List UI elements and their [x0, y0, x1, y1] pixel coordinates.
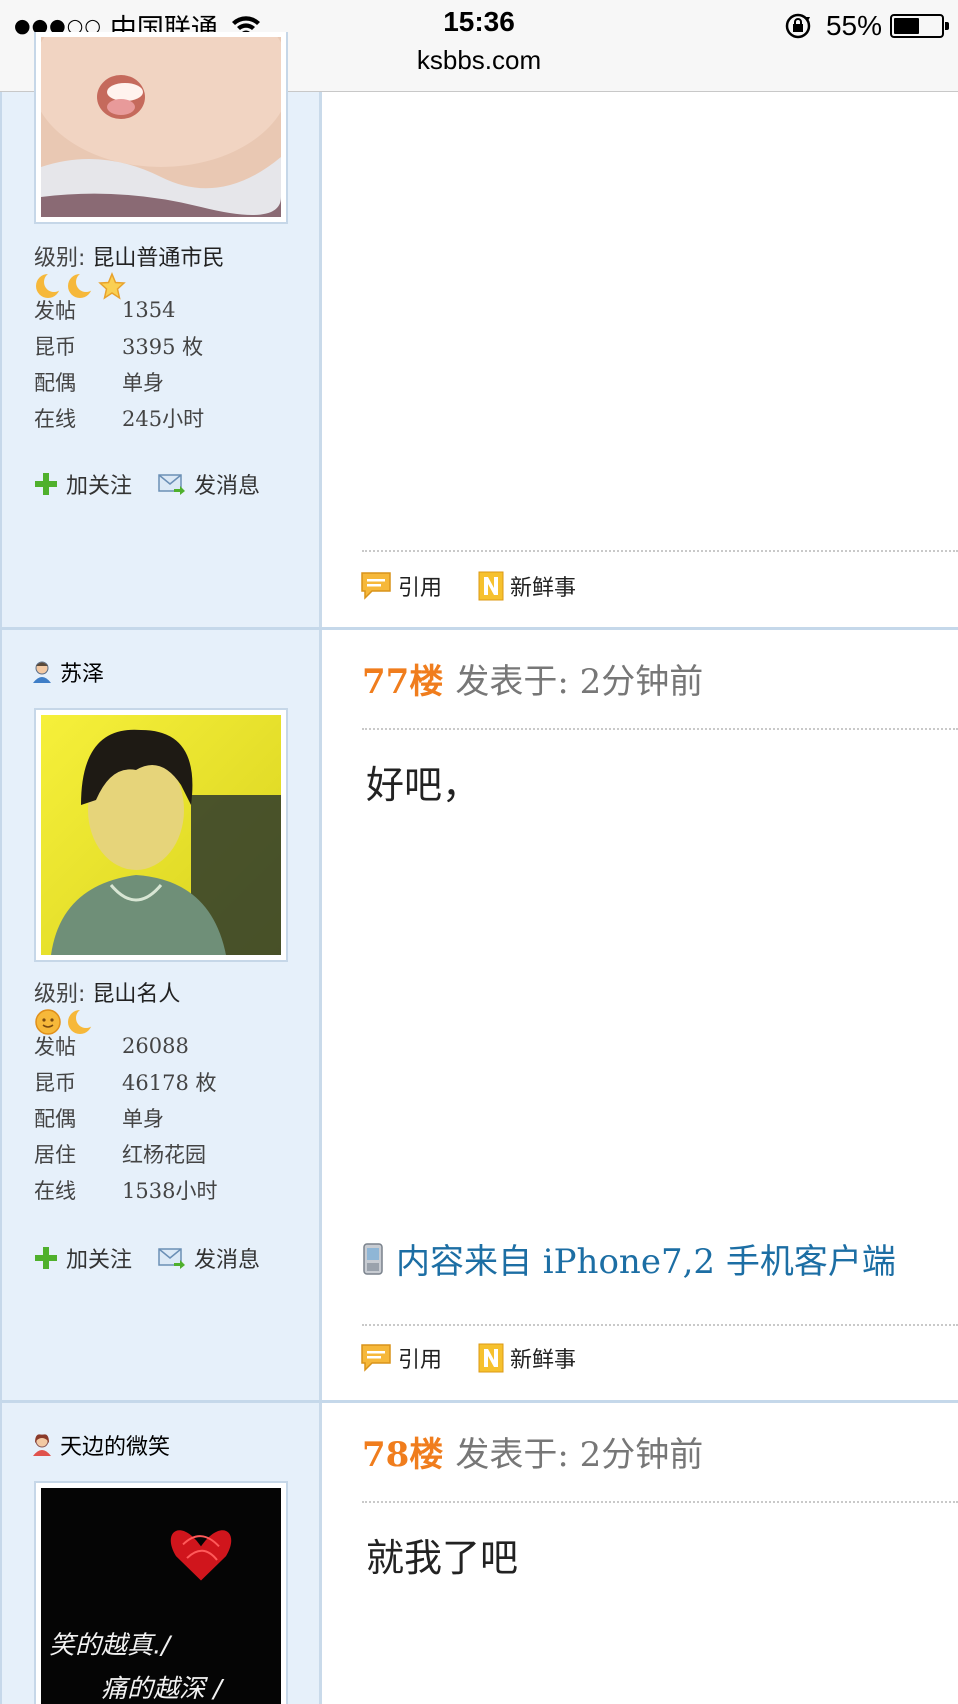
- post-body: 就我了吧: [366, 1536, 519, 1580]
- user-level: 级别: 昆山普通市民: [34, 246, 225, 271]
- stat-coins: 昆币 3395 枚: [34, 335, 204, 359]
- rotation-lock-icon: [785, 13, 811, 39]
- divider: [362, 550, 958, 552]
- user-actions: 加关注 发消息: [34, 1242, 286, 1274]
- avatar[interactable]: 笑的越真./ 痛的越深 /: [34, 1481, 288, 1704]
- female-user-icon: [33, 1434, 51, 1456]
- user-stats: 发帖 1354 昆币 3395 枚 配偶 单身 在线 245小时: [34, 292, 204, 436]
- level-name: 昆山普通市民: [92, 246, 225, 271]
- post-actions: 引用 新鲜事: [360, 1342, 612, 1374]
- floor-number[interactable]: 77楼: [362, 654, 443, 703]
- user-sidebar: 天边的微笑 笑的越真./ 痛的越深 /: [0, 1403, 322, 1704]
- stat-spouse: 配偶 单身: [34, 1107, 164, 1131]
- svg-text:笑的越真./: 笑的越真./: [49, 1631, 172, 1661]
- follow-button[interactable]: 加关注: [34, 468, 132, 500]
- plus-icon: [35, 1247, 57, 1269]
- stat-posts: 发帖 26088: [34, 1034, 189, 1059]
- stat-residence: 居住 红杨花园: [34, 1143, 206, 1167]
- post-header: 77楼 发表于: 2分钟前: [362, 654, 703, 703]
- stat-online: 在线 245小时: [34, 407, 205, 431]
- post-content: 78楼 发表于: 2分钟前 就我了吧: [322, 1403, 958, 1704]
- user-stats: 发帖 26088 昆币 46178 枚 配偶 单身 居住 红杨花园 在线 1538小时: [34, 1028, 217, 1208]
- svg-text:痛的越深 /: 痛的越深 /: [101, 1675, 224, 1704]
- client-note[interactable]: 内容来自 iPhone7,2 手机客户端: [362, 1234, 896, 1283]
- floor-number[interactable]: 78楼: [362, 1427, 443, 1476]
- news-icon: [478, 1343, 504, 1373]
- news-button[interactable]: 新鲜事: [478, 1342, 576, 1374]
- plus-icon: [35, 473, 57, 495]
- phone-icon: [363, 1242, 383, 1275]
- news-button[interactable]: 新鲜事: [478, 570, 576, 602]
- level-name: 昆山名人: [92, 982, 181, 1007]
- post-time: 发表于: 2分钟前: [455, 662, 704, 702]
- stat-online: 在线 1538小时: [34, 1179, 218, 1203]
- avatar[interactable]: [31, 0, 291, 224]
- post-content: 77楼 发表于: 2分钟前 好吧， 内容来自 iPhone7,2 手机客户端 引…: [322, 630, 958, 1400]
- stat-spouse: 配偶 单身: [34, 371, 164, 395]
- battery-fill: [894, 18, 920, 34]
- envelope-icon: [158, 474, 186, 495]
- user-sidebar: 苏泽 级别: 昆山名人 发帖 26088 昆币 46178 枚 配偶 单身 居住…: [0, 630, 322, 1400]
- envelope-icon: [158, 1248, 186, 1269]
- username[interactable]: 苏泽: [32, 656, 104, 688]
- stat-posts: 发帖 1354: [34, 298, 176, 323]
- message-button[interactable]: 发消息: [158, 1242, 260, 1274]
- quote-button[interactable]: 引用: [360, 570, 442, 602]
- battery-icon: [890, 14, 949, 38]
- male-user-icon: [33, 661, 51, 683]
- post-actions: 引用 新鲜事: [360, 570, 612, 602]
- post-body: 好吧，: [366, 763, 481, 807]
- post-content: 引用 新鲜事: [322, 92, 958, 627]
- stat-coins: 昆币 46178 枚: [34, 1071, 217, 1095]
- divider: [362, 1501, 958, 1503]
- post-time: 发表于: 2分钟前: [455, 1435, 704, 1475]
- follow-button[interactable]: 加关注: [34, 1242, 132, 1274]
- quote-icon: [361, 1344, 391, 1372]
- post-77: 苏泽 级别: 昆山名人 发帖 26088 昆币 46178 枚 配偶 单身 居住…: [0, 630, 958, 1400]
- username[interactable]: 天边的微笑: [32, 1429, 170, 1461]
- news-icon: [478, 571, 504, 601]
- divider: [362, 1324, 958, 1326]
- message-button[interactable]: 发消息: [158, 468, 260, 500]
- user-sidebar: 级别: 昆山普通市民 发帖 1354 昆币 3395 枚 配偶 单身 在线 245小时 …: [0, 0, 322, 627]
- battery-percent: 55%: [825, 10, 882, 41]
- post-76: 级别: 昆山普通市民 发帖 1354 昆币 3395 枚 配偶 单身 在线 245小时 …: [0, 0, 958, 627]
- post-78: 天边的微笑 笑的越真./ 痛的越深 / 78楼 发表于: 2分钟前 就我了吧: [0, 1403, 958, 1704]
- user-level: 级别: 昆山名人: [34, 982, 181, 1007]
- divider: [362, 728, 958, 730]
- quote-icon: [361, 572, 391, 600]
- post-header: 78楼 发表于: 2分钟前: [362, 1427, 703, 1476]
- status-right: 55%: [784, 8, 949, 44]
- quote-button[interactable]: 引用: [360, 1342, 442, 1374]
- user-actions: 加关注 发消息: [34, 468, 286, 500]
- avatar[interactable]: [34, 708, 288, 962]
